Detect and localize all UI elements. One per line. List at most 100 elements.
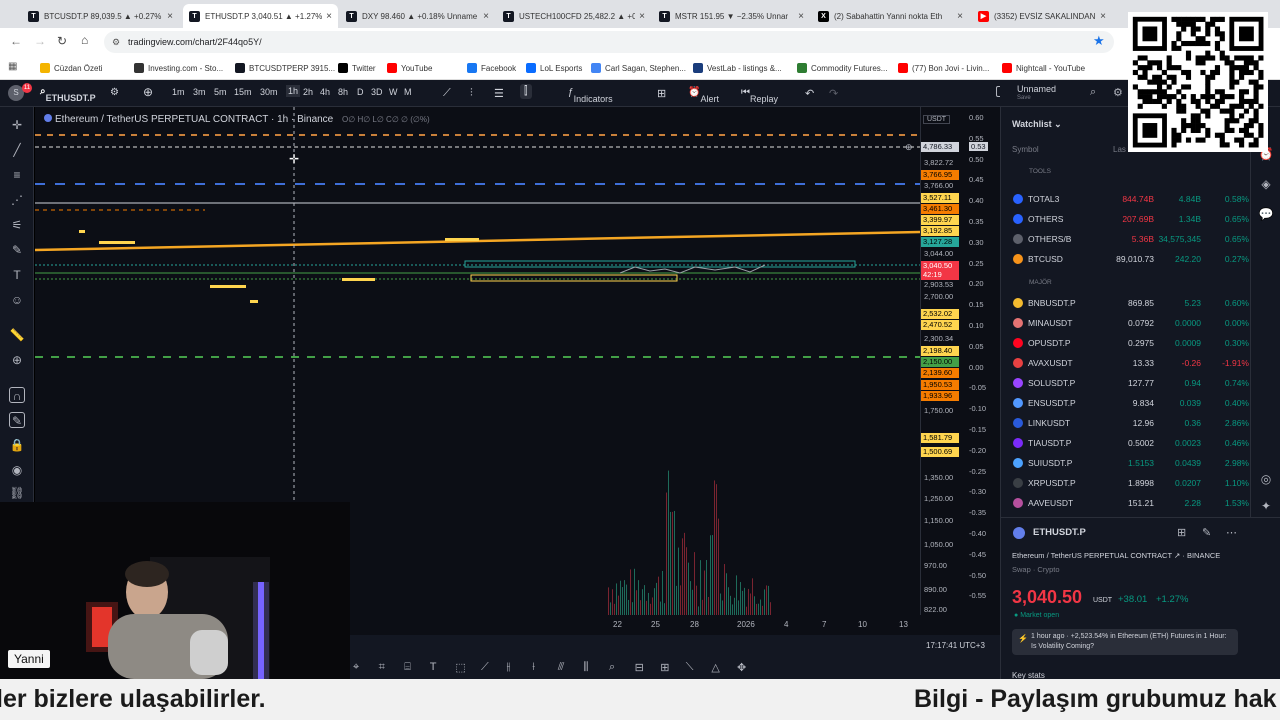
compare-icon[interactable]: ⚙	[110, 87, 119, 98]
watchlist-row[interactable]: OTHERS/B 5.36B 34,575,345 0.65%	[1013, 229, 1249, 249]
watchlist-row[interactable]: OTHERS 207.69B 1.34B 0.65%	[1013, 209, 1249, 229]
interval-15m[interactable]: 15m	[234, 87, 252, 97]
browser-tab[interactable]: T USTECH100CFD 25,482.2 ▲ +0. ×	[497, 4, 651, 28]
chat-icon[interactable]: 💬	[1258, 207, 1274, 223]
watchlist-row[interactable]: SOLUSDT.P 127.77 0.94 0.74%	[1013, 373, 1249, 393]
watchlist-row[interactable]: TOTAL3 844.74B 4.84B 0.58%	[1013, 189, 1249, 209]
grid-icon[interactable]: ⊞	[1177, 526, 1186, 539]
bottom-tool-icon[interactable]: ⫲	[507, 661, 511, 674]
chart-type-icon[interactable]: ⟋	[443, 87, 451, 100]
tab-close-icon[interactable]: ×	[798, 11, 804, 22]
brush-icon[interactable]: ✎	[9, 242, 25, 258]
col-symbol[interactable]: Symbol	[1012, 145, 1039, 154]
forecast-icon[interactable]: ⚟	[9, 217, 25, 233]
browser-tab[interactable]: T DXY 98.460 ▲ +0.18% Unname ×	[340, 4, 495, 28]
candles-icon[interactable]: ⫿	[520, 84, 532, 99]
interval-D[interactable]: D	[357, 87, 364, 97]
stay-drawing-icon[interactable]: ✎	[9, 412, 25, 428]
link-icon[interactable]: ⛓	[9, 485, 25, 501]
interval-3D[interactable]: 3D	[371, 87, 383, 97]
interval-W[interactable]: W	[389, 87, 398, 97]
watchlist-row[interactable]: MINAUSDT 0.0792 0.0000 0.00%	[1013, 313, 1249, 333]
pattern-icon[interactable]: ⋰	[9, 192, 25, 208]
interval-30m[interactable]: 30m	[260, 87, 278, 97]
watchlist-row[interactable]: ENSUSDT.P 9.834 0.039 0.40%	[1013, 393, 1249, 413]
bottom-tool-icon[interactable]: ⟊	[532, 661, 535, 674]
bookmark-item[interactable]: Cüzdan Özeti	[40, 61, 102, 75]
layout-name[interactable]: Unnamed	[1017, 84, 1056, 94]
edit-icon[interactable]: ✎	[1202, 526, 1211, 539]
clock[interactable]: 17:17:41 UTC+3	[926, 641, 985, 650]
alert-button[interactable]: ⏰ Alert	[688, 87, 719, 104]
undo-icon[interactable]: ↶	[805, 87, 814, 100]
target-icon[interactable]: ◎	[1258, 472, 1274, 488]
eye-icon[interactable]: ◉	[9, 462, 25, 478]
col-last[interactable]: Las	[1113, 145, 1126, 154]
bookmark-item[interactable]: Facebook	[467, 61, 516, 75]
bottom-tool-icon[interactable]: ⌖	[353, 661, 359, 674]
trendline-icon[interactable]: ╱	[9, 142, 25, 158]
section-tools[interactable]: TOOLS	[1029, 168, 1051, 175]
layers-icon[interactable]: ◈	[1258, 177, 1274, 193]
forward-icon[interactable]: →	[34, 34, 46, 48]
bottom-tool-icon[interactable]: ✥	[737, 661, 746, 674]
bottom-tool-icon[interactable]: T	[430, 661, 437, 673]
interval-3m[interactable]: 3m	[193, 87, 206, 97]
watchlist-row[interactable]: LINKUSDT 12.96 0.36 2.86%	[1013, 413, 1249, 433]
text-icon[interactable]: T	[9, 267, 25, 283]
ideas-icon[interactable]: ✦	[1258, 499, 1274, 515]
chart-legend[interactable]: Ethereum / TetherUS PERPETUAL CONTRACT ·…	[44, 114, 430, 125]
replay-button[interactable]: ⏮ Replay	[741, 87, 778, 104]
watchlist-row[interactable]: BNBUSDT.P 869.85 5.23 0.60%	[1013, 293, 1249, 313]
interval-M[interactable]: M	[404, 87, 412, 97]
settings-icon[interactable]: ⚙	[1113, 86, 1123, 99]
watchlist-title[interactable]: Watchlist ⌄	[1012, 119, 1062, 130]
back-icon[interactable]: ←	[10, 34, 22, 48]
browser-tab[interactable]: T ETHUSDT.P 3,040.51 ▲ +1.27% ×	[183, 4, 338, 28]
home-icon[interactable]: ⌂	[81, 33, 88, 47]
bars-icon[interactable]: ⫶	[470, 87, 473, 100]
interval-4h[interactable]: 4h	[320, 87, 330, 97]
zoom-icon[interactable]: ⊕	[9, 352, 25, 368]
watchlist-row[interactable]: AVAXUSDT 13.33 -0.26 -1.91%	[1013, 353, 1249, 373]
watchlist-row[interactable]: SUIUSDT.P 1.5153 0.0439 2.98%	[1013, 453, 1249, 473]
site-info-icon[interactable]: ⚙	[112, 31, 120, 53]
tab-close-icon[interactable]: ×	[957, 11, 963, 22]
bookmark-star-icon[interactable]: ★	[1093, 33, 1105, 49]
templates-icon[interactable]: ⊞	[657, 87, 666, 100]
browser-tab[interactable]: T MSTR 151.95 ▼ −2.35% Unnar ×	[653, 4, 810, 28]
add-alert-icon[interactable]: ⊕	[905, 142, 913, 153]
indicators-button[interactable]: ƒ Indicators	[568, 87, 613, 104]
bottom-tool-icon[interactable]: ⌸	[404, 661, 411, 674]
bottom-tool-icon[interactable]: △	[711, 661, 719, 674]
watchlist-row[interactable]: BTCUSD 89,010.73 242.20 0.27%	[1013, 249, 1249, 269]
interval-2h[interactable]: 2h	[303, 87, 313, 97]
more-icon[interactable]: ⋯	[1226, 526, 1237, 539]
add-symbol-icon[interactable]: ⊕	[143, 85, 153, 99]
emoji-icon[interactable]: ☺	[9, 292, 25, 308]
redo-icon[interactable]: ↷	[829, 87, 838, 100]
bookmark-item[interactable]: VestLab - listings &...	[693, 61, 782, 75]
url-field[interactable]: ⚙ tradingview.com/chart/2F44qo5Y/	[104, 31, 1114, 53]
bookmark-item[interactable]: Investing.com - Sto...	[134, 61, 223, 75]
bottom-tool-icon[interactable]: ⟋	[481, 661, 489, 674]
watchlist-row[interactable]: OPUSDT.P 0.2975 0.0009 0.30%	[1013, 333, 1249, 353]
lock-icon[interactable]: 🔒	[9, 437, 25, 453]
watchlist-row[interactable]: AAVEUSDT 151.21 2.28 1.53%	[1013, 493, 1249, 513]
tab-close-icon[interactable]: ×	[326, 11, 332, 22]
time-axis[interactable]: 22 25 28 2026 4 7 10 13	[350, 615, 1000, 635]
currency-selector[interactable]: USDT	[923, 115, 951, 124]
bookmark-item[interactable]: YouTube	[387, 61, 432, 75]
browser-tab[interactable]: X (2) Sabahattin Yanni nokta Eth ×	[812, 4, 969, 28]
bottom-tool-icon[interactable]: ⌕	[609, 661, 615, 674]
tab-close-icon[interactable]: ×	[639, 11, 645, 22]
interval-8h[interactable]: 8h	[338, 87, 348, 97]
tab-close-icon[interactable]: ×	[483, 11, 489, 22]
bottom-tool-icon[interactable]: ⫼	[583, 661, 588, 674]
bottom-tool-icon[interactable]: ⟍	[686, 661, 694, 674]
bottom-tool-icon[interactable]: ⌗	[379, 661, 385, 674]
layout-save[interactable]: Save	[1017, 95, 1031, 101]
watchlist-row[interactable]: XRPUSDT.P 1.8998 0.0207 1.10%	[1013, 473, 1249, 493]
magnet-icon[interactable]: ∩	[9, 387, 25, 403]
interval-1h[interactable]: 1h	[286, 85, 301, 97]
